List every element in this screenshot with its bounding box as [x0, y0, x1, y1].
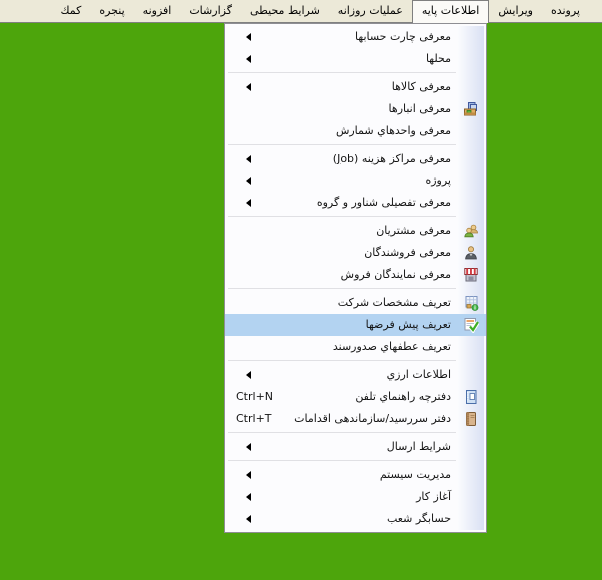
menu-item-shortcut: Ctrl+N: [236, 386, 273, 408]
menu-item-doc-references[interactable]: تعریف عطفهاي صدورسند: [225, 336, 486, 358]
menu-item-label: معرفی تفصیلی شناور و گروه: [317, 196, 451, 209]
customers-icon: [463, 223, 479, 239]
menu-item-currency-info[interactable]: اطلاعات ارزي: [225, 364, 486, 386]
menubar-item-help[interactable]: كمك: [51, 0, 90, 22]
shop-icon: [463, 267, 479, 283]
menu-item-locations[interactable]: محلها: [225, 48, 486, 70]
menu-item-label: مدیریت سیستم: [380, 468, 451, 481]
menu-separator: [228, 72, 456, 73]
menubar: پروندهویرایشاطلاعات پایهعملیات روزانهشرا…: [0, 0, 602, 23]
menu-item-label: دفتر سررسید/سازماندهی اقدامات: [294, 412, 451, 425]
menu-item-goods[interactable]: معرفی کالاها: [225, 76, 486, 98]
menu-item-cost-centers[interactable]: معرفی مراکز هزینه (Job): [225, 148, 486, 170]
menu-item-label: معرفی فروشندگان: [364, 246, 451, 259]
menu-item-floating-detail[interactable]: معرفی تفصیلی شناور و گروه: [225, 192, 486, 214]
menu-item-label: تعریف مشخصات شرکت: [338, 296, 451, 309]
submenu-arrow-icon: [246, 199, 251, 207]
menubar-item-env-conditions[interactable]: شرایط محیطی: [241, 0, 329, 22]
menu-item-start-work[interactable]: آغاز کار: [225, 486, 486, 508]
menubar-item-base-info[interactable]: اطلاعات پایه: [412, 0, 490, 23]
menu-separator: [228, 360, 456, 361]
menu-separator: [228, 216, 456, 217]
company-profile-icon: i: [463, 295, 479, 311]
submenu-arrow-icon: [246, 155, 251, 163]
menu-item-label: تعریف عطفهاي صدورسند: [333, 340, 451, 353]
submenu-arrow-icon: [246, 471, 251, 479]
menu-item-label: تعریف پیش فرضها: [366, 318, 451, 331]
menu-separator: [228, 144, 456, 145]
phone-book-icon: [463, 389, 479, 405]
menubar-item-daily-ops[interactable]: عملیات روزانه: [329, 0, 412, 22]
submenu-arrow-icon: [246, 493, 251, 501]
defaults-check-icon: [463, 317, 479, 333]
menu-item-label: آغاز کار: [416, 490, 451, 503]
menu-separator: [228, 288, 456, 289]
planner-book-icon: [463, 411, 479, 427]
menu-item-branch-calculator[interactable]: حسابگر شعب: [225, 508, 486, 530]
menu-item-chart-of-accounts[interactable]: معرفی چارت حسابها: [225, 26, 486, 48]
submenu-arrow-icon: [246, 55, 251, 63]
menu-item-counting-units[interactable]: معرفی واحدهاي شمارش: [225, 120, 486, 142]
submenu-arrow-icon: [246, 443, 251, 451]
menu-item-planner[interactable]: دفتر سررسید/سازماندهی اقدامات Ctrl+T: [225, 408, 486, 430]
menu-item-customers[interactable]: معرفی مشتریان: [225, 220, 486, 242]
menu-item-label: محلها: [426, 52, 451, 65]
menu-item-label: معرفی مراکز هزینه (Job): [333, 152, 451, 165]
menu-item-project[interactable]: پروژه: [225, 170, 486, 192]
desktop-background: پروندهویرایشاطلاعات پایهعملیات روزانهشرا…: [0, 0, 602, 580]
submenu-arrow-icon: [246, 33, 251, 41]
submenu-arrow-icon: [246, 177, 251, 185]
menubar-item-reports[interactable]: گزارشات: [180, 0, 241, 22]
menu-item-shortcut: Ctrl+T: [236, 408, 272, 430]
menu-item-label: شرایط ارسال: [387, 440, 451, 453]
menubar-item-addons[interactable]: افزونه: [134, 0, 181, 22]
submenu-arrow-icon: [246, 83, 251, 91]
base-info-dropdown-menu: معرفی چارت حسابها محلها معرفی کالاها معرفی …: [224, 23, 487, 533]
menu-item-label: معرفی واحدهاي شمارش: [336, 124, 451, 137]
menubar-item-edit[interactable]: ویرایش: [489, 0, 542, 22]
submenu-arrow-icon: [246, 515, 251, 523]
menu-separator: [228, 460, 456, 461]
menubar-item-window[interactable]: پنجره: [90, 0, 133, 22]
submenu-arrow-icon: [246, 371, 251, 379]
menu-item-label: دفترچه راهنماي تلفن: [355, 390, 451, 403]
menu-item-label: معرفی چارت حسابها: [355, 30, 451, 43]
menu-item-company-profile[interactable]: i تعریف مشخصات شرکت: [225, 292, 486, 314]
menu-item-label: معرفی نمایندگان فروش: [341, 268, 451, 281]
warehouse-icon: [463, 101, 479, 117]
menu-item-system-management[interactable]: مدیریت سیستم: [225, 464, 486, 486]
svg-text:i: i: [474, 305, 476, 311]
menu-item-defaults[interactable]: تعریف پیش فرضها: [225, 314, 486, 336]
menu-item-phone-book[interactable]: دفترچه راهنماي تلفن Ctrl+N: [225, 386, 486, 408]
menu-item-sales-agents[interactable]: معرفی نمایندگان فروش: [225, 264, 486, 286]
menu-item-vendors[interactable]: معرفی فروشندگان: [225, 242, 486, 264]
menu-item-label: معرفی انبارها: [389, 102, 451, 115]
menu-item-send-conditions[interactable]: شرایط ارسال: [225, 436, 486, 458]
menu-item-label: حسابگر شعب: [387, 512, 451, 525]
menu-item-label: اطلاعات ارزي: [387, 368, 451, 381]
vendor-icon: [463, 245, 479, 261]
menu-item-label: معرفی مشتریان: [376, 224, 451, 237]
menu-item-label: معرفی کالاها: [392, 80, 451, 93]
menubar-item-file[interactable]: پرونده: [542, 0, 589, 22]
menu-item-warehouses[interactable]: معرفی انبارها: [225, 98, 486, 120]
menu-item-label: پروژه: [425, 174, 451, 187]
menu-separator: [228, 432, 456, 433]
